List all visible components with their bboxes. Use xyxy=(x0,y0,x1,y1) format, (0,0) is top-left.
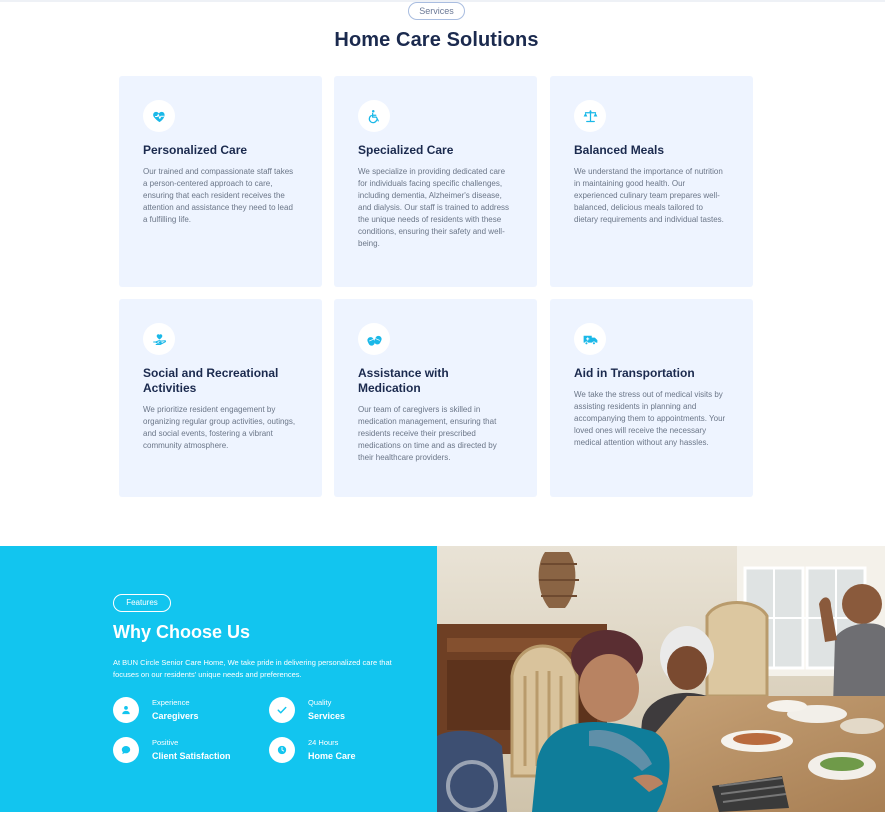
service-card-balanced-meals: Balanced Meals We understand the importa… xyxy=(550,76,753,287)
feature-label-small: 24 Hours xyxy=(308,738,339,747)
bottom-spacer xyxy=(0,812,885,820)
clock-icon xyxy=(269,737,295,763)
features-pill: Features xyxy=(113,594,171,612)
card-title: Personalized Care xyxy=(143,143,248,157)
heart-pulse-icon xyxy=(143,100,175,132)
scale-balance-icon xyxy=(574,100,606,132)
hand-heart-icon xyxy=(143,323,175,355)
card-text: Our team of caregivers is skilled in med… xyxy=(358,405,497,462)
user-icon xyxy=(113,697,139,723)
card-title: Specialized Care xyxy=(358,143,454,157)
feature-24-hours-home-care: 24 Hours Home Care xyxy=(269,737,419,767)
ambulance-icon xyxy=(574,323,606,355)
check-icon xyxy=(269,697,295,723)
feature-label-big: Caregivers xyxy=(152,711,199,721)
card-title: Balanced Meals xyxy=(574,143,665,157)
card-title: Assistance with Medication xyxy=(358,366,449,395)
why-description: At BUN Circle Senior Care Home, We take … xyxy=(113,658,392,679)
service-card-personalized-care: Personalized Care Our trained and compas… xyxy=(119,76,322,287)
card-title: Aid in Transportation xyxy=(574,366,695,380)
feature-label-big: Client Satisfaction xyxy=(152,751,231,761)
feature-label-small: Positive xyxy=(152,738,179,747)
card-title: Social and Recreational Activities xyxy=(143,366,279,395)
service-card-transportation: Aid in Transportation We take the stress… xyxy=(550,299,753,497)
feature-label-big: Services xyxy=(308,711,346,721)
chat-icon xyxy=(113,737,139,763)
card-text: We prioritize resident engagement by org… xyxy=(143,405,296,450)
pills-icon xyxy=(358,323,390,355)
why-choose-us-section: Features Why Choose Us At BUN Circle Sen… xyxy=(0,546,885,812)
feature-label-small: Experience xyxy=(152,698,190,707)
feature-client-satisfaction: Positive Client Satisfaction xyxy=(113,737,263,767)
feature-label-small: Quality xyxy=(308,698,332,707)
feature-quality-services: Quality Services xyxy=(269,697,419,727)
card-text: We understand the importance of nutritio… xyxy=(574,167,724,224)
dining-photo-illustration xyxy=(437,546,885,812)
service-card-specialized-care: Specialized Care We specialize in provid… xyxy=(334,76,537,287)
section-title: Home Care Solutions xyxy=(334,29,539,51)
card-text: We take the stress out of medical visits… xyxy=(574,390,726,447)
services-pill: Services xyxy=(408,2,465,20)
wheelchair-icon xyxy=(358,100,390,132)
card-text: Our trained and compassionate staff take… xyxy=(143,167,294,224)
feature-experience-caregivers: Experience Caregivers xyxy=(113,697,263,727)
service-card-social-activities: Social and Recreational Activities We pr… xyxy=(119,299,322,497)
card-text: We specialize in providing dedicated car… xyxy=(358,167,510,248)
service-card-medication: Assistance with Medication Our team of c… xyxy=(334,299,537,497)
why-title: Why Choose Us xyxy=(113,622,251,642)
feature-label-big: Home Care xyxy=(308,751,356,761)
why-choose-us-panel: Features Why Choose Us At BUN Circle Sen… xyxy=(0,546,437,812)
dining-photo xyxy=(437,546,885,812)
